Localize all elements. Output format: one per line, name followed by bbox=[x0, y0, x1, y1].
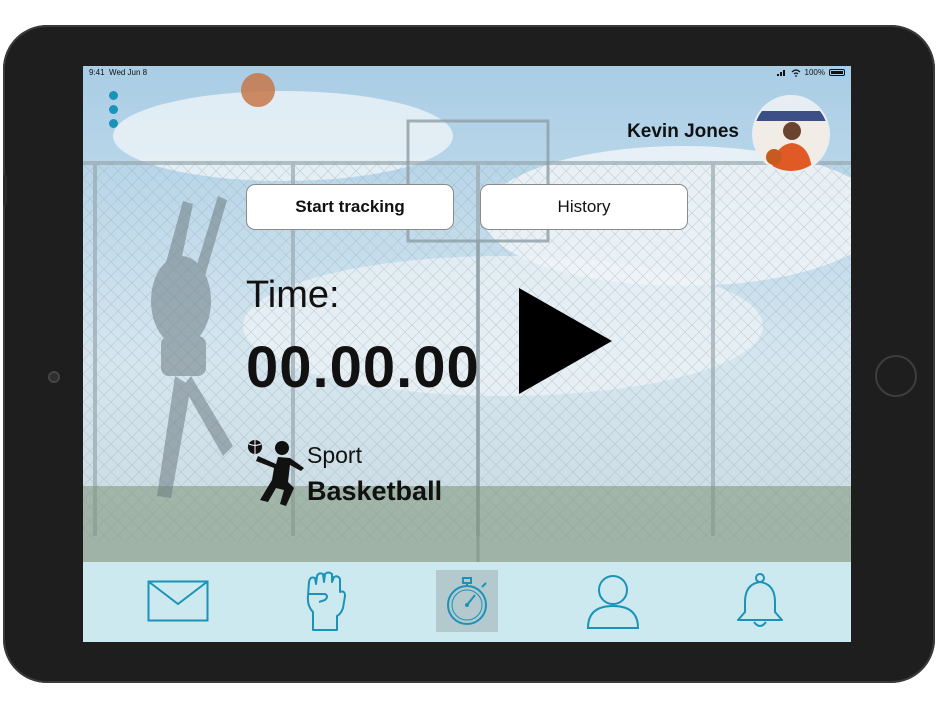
status-time: 9:41 bbox=[89, 68, 105, 77]
volume-button bbox=[3, 175, 7, 205]
wifi-icon bbox=[791, 68, 800, 77]
menu-icon[interactable] bbox=[106, 91, 122, 129]
nav-mail[interactable] bbox=[147, 570, 209, 632]
bell-icon bbox=[737, 573, 783, 627]
user-photo bbox=[754, 97, 828, 171]
status-time-date: 9:41 Wed Jun 8 bbox=[89, 68, 147, 77]
nav-notifications[interactable] bbox=[729, 570, 791, 632]
nav-profile[interactable] bbox=[582, 570, 644, 632]
app-screen: 9:41 Wed Jun 8 100% Kevin Jones Start tr… bbox=[83, 66, 851, 642]
tab-history[interactable]: History bbox=[480, 184, 688, 230]
time-value: 00.00.00 bbox=[246, 335, 480, 400]
basketball-player-icon bbox=[248, 440, 304, 506]
status-bar: 9:41 Wed Jun 8 100% bbox=[83, 66, 851, 80]
bottom-nav bbox=[83, 562, 851, 642]
camera bbox=[48, 371, 60, 383]
status-date: Wed Jun 8 bbox=[109, 68, 148, 77]
user-avatar[interactable] bbox=[754, 97, 828, 171]
nav-stopwatch[interactable] bbox=[436, 570, 498, 632]
sport-value: Basketball bbox=[307, 476, 443, 506]
play-icon[interactable] bbox=[519, 288, 615, 394]
mail-icon bbox=[147, 580, 209, 622]
time-label: Time: bbox=[246, 274, 340, 316]
profile-icon bbox=[586, 575, 640, 629]
fist-icon bbox=[306, 571, 346, 631]
battery-icon bbox=[829, 69, 845, 76]
stopwatch-icon bbox=[447, 577, 487, 625]
home-button[interactable] bbox=[875, 355, 917, 397]
nav-fist[interactable] bbox=[295, 570, 357, 632]
battery-percent: 100% bbox=[804, 68, 825, 77]
sport-label: Sport bbox=[307, 442, 362, 468]
tab-start-tracking[interactable]: Start tracking bbox=[246, 184, 454, 230]
signal-icon bbox=[776, 70, 785, 76]
status-indicators: 100% bbox=[776, 68, 845, 77]
user-name: Kevin Jones bbox=[627, 121, 739, 142]
